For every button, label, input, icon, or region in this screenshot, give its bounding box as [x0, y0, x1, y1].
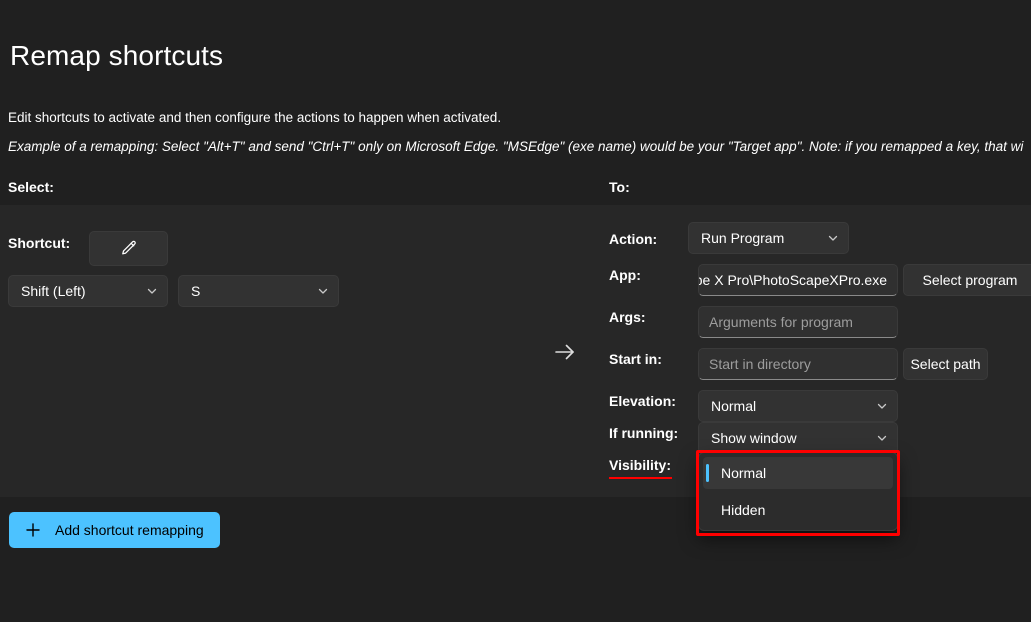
pencil-icon [119, 239, 138, 258]
add-shortcut-remapping-label: Add shortcut remapping [55, 522, 204, 538]
visibility-label-annotation-underline [609, 477, 672, 479]
action-label: Action: [609, 231, 658, 247]
chevron-down-icon [875, 399, 889, 413]
remap-shortcuts-page: Remap shortcuts Edit shortcuts to activa… [0, 0, 1031, 622]
arrow-right-icon [551, 338, 579, 366]
if-running-label: If running: [609, 425, 679, 441]
chevron-down-icon [826, 231, 840, 245]
elevation-combobox[interactable]: Normal [698, 390, 898, 422]
start-in-label: Start in: [609, 351, 662, 367]
visibility-option-hidden[interactable]: Hidden [703, 494, 893, 526]
to-column-header: To: [609, 179, 630, 195]
app-path-input[interactable]: pe X Pro\PhotoScapeXPro.exe [698, 264, 898, 296]
add-shortcut-remapping-button[interactable]: Add shortcut remapping [9, 512, 220, 548]
edit-shortcut-button[interactable] [89, 231, 168, 266]
modifier-key-combobox[interactable]: Shift (Left) [8, 275, 168, 307]
app-label: App: [609, 267, 641, 283]
action-value: Run Program [701, 230, 785, 246]
visibility-option-normal[interactable]: Normal [703, 457, 893, 489]
visibility-option-normal-label: Normal [721, 465, 767, 481]
args-placeholder: Arguments for program [709, 314, 853, 330]
visibility-label: Visibility: [609, 457, 672, 479]
action-key-combobox[interactable]: S [178, 275, 339, 307]
page-title: Remap shortcuts [10, 40, 224, 71]
select-path-button[interactable]: Select path [903, 348, 988, 380]
action-key-value: S [191, 283, 201, 299]
description-line-2: Example of a remapping: Select "Alt+T" a… [8, 139, 1024, 154]
elevation-label: Elevation: [609, 393, 676, 409]
select-program-button[interactable]: Select program [903, 264, 1031, 296]
args-input[interactable]: Arguments for program [698, 306, 898, 338]
args-label: Args: [609, 309, 646, 325]
if-running-value: Show window [711, 430, 797, 446]
start-in-placeholder: Start in directory [709, 356, 811, 372]
modifier-key-value: Shift (Left) [21, 283, 86, 299]
plus-icon [25, 522, 41, 538]
shortcut-label: Shortcut: [8, 235, 71, 251]
if-running-combobox[interactable]: Show window [698, 422, 898, 454]
app-path-value: pe X Pro\PhotoScapeXPro.exe [698, 272, 887, 288]
action-combobox[interactable]: Run Program [688, 222, 849, 254]
start-in-input[interactable]: Start in directory [698, 348, 898, 380]
chevron-down-icon [145, 284, 159, 298]
visibility-label-text: Visibility: [609, 457, 671, 473]
chevron-down-icon [875, 431, 889, 445]
elevation-value: Normal [711, 398, 757, 414]
description-line-1: Edit shortcuts to activate and then conf… [8, 110, 502, 125]
visibility-dropdown-flyout: Normal Hidden [698, 452, 898, 531]
chevron-down-icon [316, 284, 330, 298]
select-column-header: Select: [8, 179, 54, 195]
visibility-option-hidden-label: Hidden [721, 502, 766, 518]
